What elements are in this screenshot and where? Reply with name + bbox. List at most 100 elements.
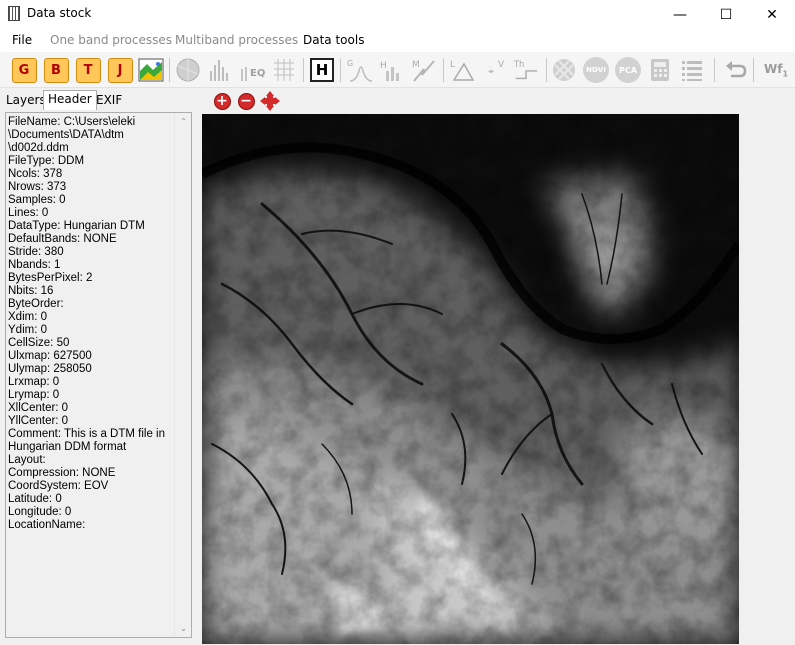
- header-scrollbar[interactable]: ⌃ ⌄: [174, 113, 191, 637]
- header-line: XllCenter: 0: [8, 402, 69, 414]
- m-button[interactable]: M: [410, 56, 438, 84]
- histogram-button[interactable]: [206, 56, 234, 84]
- wf-subscript: 1: [782, 69, 789, 79]
- menu-multiband-processes[interactable]: Multiband processes: [175, 33, 298, 47]
- wf-label: Wf: [763, 61, 783, 76]
- calculator-button[interactable]: [646, 56, 674, 84]
- scroll-down-arrow[interactable]: ⌄: [175, 620, 192, 637]
- header-line: BytesPerPixel: 2: [8, 272, 93, 284]
- threshold-button[interactable]: Th: [512, 56, 540, 84]
- tab-exif[interactable]: EXIF: [92, 92, 126, 110]
- b-button[interactable]: B: [42, 56, 70, 84]
- header-line: FileName: C:\Users\eleki: [8, 116, 136, 128]
- header-line: DataType: Hungarian DTM: [8, 220, 145, 232]
- header-line: \d002d.ddm: [8, 142, 69, 154]
- header-line: Hungarian DDM format: [8, 441, 127, 453]
- zoom-in-button[interactable]: +: [212, 91, 232, 111]
- header-info-text: FileName: C:\Users\eleki \Documents\DATA\…: [8, 116, 176, 532]
- app-icon: [8, 6, 20, 21]
- header-line: CellSize: 50: [8, 337, 70, 349]
- wf-icon: Wf1: [764, 62, 788, 78]
- histogram-icon: [210, 60, 228, 81]
- menu-bar: File One band processes Multiband proces…: [0, 29, 795, 52]
- eq-label: EQ: [250, 68, 265, 79]
- g-button[interactable]: G: [10, 56, 38, 84]
- header-line: Ncols: 378: [8, 168, 63, 180]
- ndvi-icon: NDVI: [583, 57, 609, 83]
- undo-button[interactable]: [722, 56, 750, 84]
- l-triangle-button[interactable]: L: [448, 56, 476, 84]
- header-line: Layout:: [8, 454, 46, 466]
- h-icon: H: [380, 61, 399, 81]
- close-button[interactable]: ✕: [749, 0, 795, 29]
- header-line: LocationName:: [8, 519, 86, 531]
- title-bar: Data stock — ☐ ✕: [0, 0, 795, 29]
- window-title: Data stock: [27, 6, 92, 20]
- header-panel: FileName: C:\Users\eleki \Documents\DATA\…: [5, 112, 192, 638]
- header-line: DefaultBands: NONE: [8, 233, 117, 245]
- wf-button[interactable]: Wf1: [760, 56, 792, 84]
- tab-header[interactable]: Header: [43, 90, 97, 110]
- mosaic-button[interactable]: [550, 56, 578, 84]
- header-line: \Documents\DATA\dtm: [8, 129, 124, 141]
- ndvi-button[interactable]: NDVI: [582, 56, 610, 84]
- sphere-button[interactable]: [174, 56, 202, 84]
- list-button[interactable]: [678, 56, 706, 84]
- v-lightning-icon: V: [484, 60, 505, 81]
- g-superscript: G: [347, 59, 353, 68]
- th-superscript: Th: [513, 59, 524, 69]
- color-image-icon: [138, 58, 164, 82]
- color-image-button[interactable]: [137, 56, 165, 84]
- header-line: Nbands: 1: [8, 259, 61, 271]
- pan-button[interactable]: [260, 91, 280, 111]
- h-superscript: H: [380, 61, 387, 71]
- header-line: Xdim: 0: [8, 311, 47, 323]
- mosaic-icon: [553, 59, 575, 81]
- v-superscript: V: [498, 60, 505, 70]
- scroll-up-arrow[interactable]: ⌃: [175, 113, 192, 130]
- h-button[interactable]: H: [378, 56, 406, 84]
- app-window: Data stock — ☐ ✕ File One band processes…: [0, 0, 795, 645]
- header-line: Lrxmap: 0: [8, 376, 60, 388]
- minimize-button[interactable]: —: [657, 0, 703, 29]
- menu-file[interactable]: File: [12, 33, 32, 47]
- header-line: Longitude: 0: [8, 506, 72, 518]
- zoom-in-icon: +: [213, 92, 231, 110]
- grid-icon: [274, 59, 294, 81]
- header-line: ByteOrder:: [8, 298, 64, 310]
- menu-data-tools[interactable]: Data tools: [303, 33, 364, 47]
- eq-histogram-button[interactable]: EQ: [238, 56, 266, 84]
- gauss-icon: G: [347, 59, 373, 82]
- v-lightning-button[interactable]: V: [480, 56, 508, 84]
- threshold-icon: Th: [513, 59, 538, 80]
- menu-one-band-processes[interactable]: One band processes: [50, 33, 172, 47]
- gauss-button[interactable]: G: [346, 56, 374, 84]
- toolbar: G B T J EQ H G H M L V Th NDVI PCA Wf1: [0, 52, 795, 88]
- j-letter: J: [107, 57, 133, 83]
- header-icon: H: [310, 58, 334, 82]
- t-letter: T: [75, 57, 101, 83]
- header-line: Lines: 0: [8, 207, 49, 219]
- header-button[interactable]: H: [308, 56, 336, 84]
- l-triangle-icon: L: [450, 60, 475, 81]
- grid-button[interactable]: [270, 56, 298, 84]
- header-line: Nrows: 373: [8, 181, 67, 193]
- header-line: CoordSystem: EOV: [8, 480, 109, 492]
- j-button[interactable]: J: [106, 56, 134, 84]
- header-line: Lrymap: 0: [8, 389, 60, 401]
- pan-arrows-icon: [260, 91, 280, 111]
- view-tools: + −: [205, 91, 295, 111]
- pca-icon: PCA: [615, 57, 641, 83]
- header-line: Compression: NONE: [8, 467, 116, 479]
- dtm-raster-image: [202, 114, 739, 644]
- dtm-image-view[interactable]: [202, 114, 739, 644]
- header-line: Ydim: 0: [8, 324, 47, 336]
- pca-button[interactable]: PCA: [614, 56, 642, 84]
- l-superscript: L: [450, 60, 455, 70]
- t-button[interactable]: T: [74, 56, 102, 84]
- header-line: Ulymap: 258050: [8, 363, 92, 375]
- zoom-out-button[interactable]: −: [236, 91, 256, 111]
- list-icon: [682, 61, 702, 81]
- maximize-button[interactable]: ☐: [703, 0, 749, 29]
- zoom-out-icon: −: [237, 92, 255, 110]
